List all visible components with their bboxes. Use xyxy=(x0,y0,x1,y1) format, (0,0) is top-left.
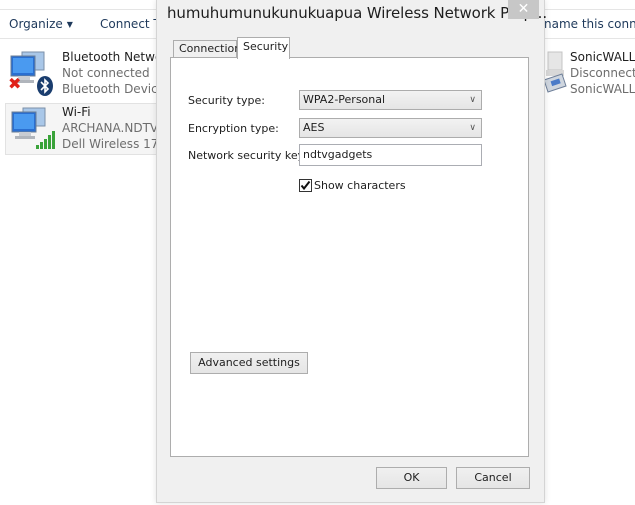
organize-menu[interactable]: Organize ▼ xyxy=(9,17,73,31)
connection-name: Bluetooth Networ xyxy=(62,50,160,64)
encryption-type-label: Encryption type: xyxy=(188,122,279,135)
cancel-button[interactable]: Cancel xyxy=(456,467,530,489)
security-type-label: Security type: xyxy=(188,94,265,107)
close-button[interactable]: ✕ xyxy=(508,0,539,19)
connection-status: Disconnecte xyxy=(570,66,635,80)
dialup-modem-icon xyxy=(543,51,567,93)
dialog-title: humuhumunukunukuapua Wireless Network Pr… xyxy=(167,4,547,22)
tab-connection[interactable]: Connection xyxy=(173,40,241,58)
ok-button[interactable]: OK xyxy=(376,467,447,489)
security-tab-panel: Security type: WPA2-Personal ∨ Encryptio… xyxy=(170,57,529,457)
show-characters-checkbox[interactable]: Show characters xyxy=(299,178,406,192)
connection-name: Wi-Fi xyxy=(62,105,91,119)
connection-status: Not connected xyxy=(62,66,150,80)
chevron-down-icon: ∨ xyxy=(469,123,476,133)
connect-to-button[interactable]: Connect T xyxy=(100,17,161,31)
organize-label: Organize xyxy=(9,17,63,31)
wireless-properties-dialog: humuhumunukunukuapua Wireless Network Pr… xyxy=(156,0,547,503)
checkbox-checked-icon xyxy=(299,179,312,192)
rename-connection-button[interactable]: name this connec xyxy=(544,17,635,31)
encryption-type-value: AES xyxy=(303,121,325,134)
show-characters-label: Show characters xyxy=(314,179,406,192)
connection-device: SonicWALL I xyxy=(570,82,635,96)
network-key-input[interactable]: ndtvgadgets xyxy=(299,144,482,166)
connection-device: Bluetooth Device xyxy=(62,82,160,96)
connection-status: ARCHANA.NDTV. xyxy=(62,121,161,135)
connection-item-bluetooth[interactable]: ✖ Bluetooth Networ Not connected Bluetoo… xyxy=(0,46,160,96)
close-icon: ✕ xyxy=(517,1,530,17)
security-type-value: WPA2-Personal xyxy=(303,93,386,106)
connection-device: Dell Wireless 1705 xyxy=(62,137,165,151)
connection-item-wifi[interactable]: Wi-Fi ARCHANA.NDTV. Dell Wireless 1705 xyxy=(5,103,165,155)
signal-bars-icon xyxy=(36,131,55,149)
tab-security[interactable]: Security xyxy=(237,37,290,59)
bluetooth-icon xyxy=(37,76,53,96)
connection-name: SonicWALL I xyxy=(570,50,635,64)
advanced-settings-button[interactable]: Advanced settings xyxy=(190,352,308,374)
security-type-select[interactable]: WPA2-Personal ∨ xyxy=(299,90,482,110)
chevron-down-icon: ∨ xyxy=(469,95,476,105)
network-key-label: Network security key xyxy=(188,149,305,162)
red-x-icon: ✖ xyxy=(8,74,22,93)
connection-item-sonicwall[interactable]: SonicWALL I Disconnecte SonicWALL I xyxy=(540,46,635,96)
encryption-type-select[interactable]: AES ∨ xyxy=(299,118,482,138)
caret-down-icon: ▼ xyxy=(66,20,73,29)
